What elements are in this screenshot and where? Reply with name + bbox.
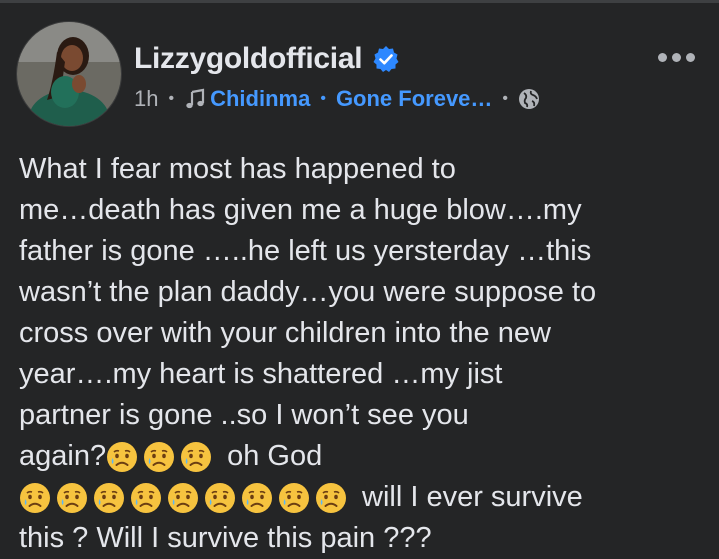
meta-separator-2: • <box>502 90 509 107</box>
sad-but-relieved-face-emoji <box>143 441 175 473</box>
verified-badge-icon <box>373 46 399 72</box>
more-dot <box>657 52 667 62</box>
music-song[interactable]: Gone Foreve… <box>336 86 492 112</box>
author-row: Lizzygoldofficial <box>134 39 400 79</box>
post-text-line: father is gone …..he left us yersterday … <box>19 235 592 267</box>
post-meta: 1h • Chidinma • Gone Foreve… • <box>134 83 540 115</box>
emoji-group <box>19 477 352 518</box>
post-text-segment: will I ever survive <box>362 481 583 513</box>
emoji-group <box>106 436 217 477</box>
avatar[interactable] <box>16 21 122 127</box>
post-text-line: What I fear most has happened to <box>19 153 456 185</box>
music-artist[interactable]: Chidinma <box>210 86 310 112</box>
post-text-line: wasn’t the plan daddy…you were suppose t… <box>19 276 597 308</box>
post-text-segment: oh God <box>227 440 323 472</box>
sad-but-relieved-face-emoji <box>241 482 273 514</box>
post-time[interactable]: 1h <box>134 86 158 112</box>
post-text-line: will I ever survive <box>19 477 709 518</box>
sad-but-relieved-face-emoji <box>19 482 51 514</box>
post-text-line: again? oh God <box>19 436 709 477</box>
sad-but-relieved-face-emoji <box>315 482 347 514</box>
post-header: Lizzygoldofficial 1h • Chidinma • Gone F… <box>16 21 706 131</box>
music-note-icon <box>186 88 205 109</box>
post-text-line: cross over with your children into the n… <box>19 317 551 349</box>
post-text: What I fear most has happened to me…deat… <box>19 149 709 559</box>
sad-but-relieved-face-emoji <box>204 482 236 514</box>
sad-but-relieved-face-emoji <box>180 441 212 473</box>
sad-but-relieved-face-emoji <box>278 482 310 514</box>
sad-but-relieved-face-emoji <box>167 482 199 514</box>
music-attachment[interactable]: Chidinma <box>184 86 310 112</box>
post-card: Lizzygoldofficial 1h • Chidinma • Gone F… <box>0 3 719 554</box>
globe-icon[interactable] <box>518 88 540 110</box>
author-name[interactable]: Lizzygoldofficial <box>134 42 363 76</box>
sad-but-relieved-face-emoji <box>106 441 138 473</box>
meta-separator: • <box>168 90 175 107</box>
post-text-segment: again? <box>19 440 107 472</box>
more-dot <box>685 52 695 62</box>
more-dot <box>671 52 681 62</box>
music-separator: • <box>320 90 326 107</box>
sad-but-relieved-face-emoji <box>93 482 125 514</box>
sad-but-relieved-face-emoji <box>56 482 88 514</box>
post-text-line: this ? Will I survive this pain ??? <box>19 522 432 554</box>
post-text-line: partner is gone ..so I won’t see you <box>19 399 469 431</box>
avatar-image <box>17 22 121 126</box>
sad-but-relieved-face-emoji <box>130 482 162 514</box>
post-text-line: year….my heart is shattered …my jist <box>19 358 503 390</box>
more-options-icon[interactable] <box>652 43 700 71</box>
post-text-line: me…death has given me a huge blow….my <box>19 194 582 226</box>
